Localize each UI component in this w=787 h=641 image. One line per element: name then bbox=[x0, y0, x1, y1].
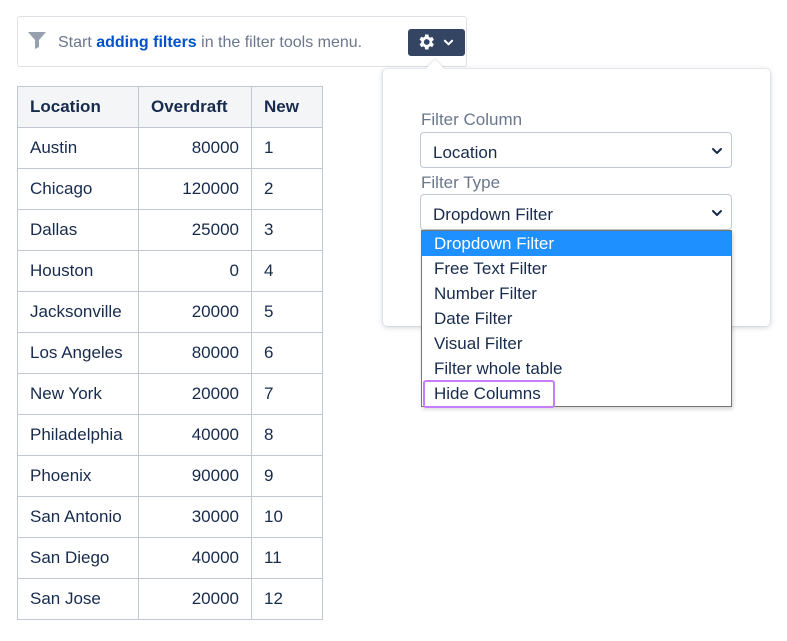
chevron-down-icon bbox=[712, 210, 722, 216]
new-cell: 2 bbox=[251, 168, 323, 210]
filter-column-select[interactable]: Location bbox=[420, 132, 732, 168]
option-number-filter[interactable]: Number Filter bbox=[422, 281, 731, 306]
gear-icon bbox=[419, 34, 434, 50]
table-header-row: Location Overdraft New bbox=[17, 86, 323, 128]
table-row: Phoenix 90000 9 bbox=[17, 455, 323, 497]
location-cell: Houston bbox=[17, 250, 139, 292]
column-header-overdraft[interactable]: Overdraft bbox=[138, 86, 252, 128]
table-row: New York 20000 7 bbox=[17, 373, 323, 415]
location-cell: Dallas bbox=[17, 209, 139, 251]
location-cell: San Diego bbox=[17, 537, 139, 579]
location-cell: Austin bbox=[17, 127, 139, 169]
new-cell: 4 bbox=[251, 250, 323, 292]
location-cell: New York bbox=[17, 373, 139, 415]
chevron-down-icon bbox=[712, 148, 722, 154]
table-row: Austin 80000 1 bbox=[17, 127, 323, 169]
data-table: Location Overdraft New Austin 80000 1 Chic… bbox=[17, 86, 323, 620]
filter-type-value: Dropdown Filter bbox=[433, 205, 553, 224]
option-filter-whole-table[interactable]: Filter whole table bbox=[422, 356, 731, 381]
hide-columns-highlight bbox=[423, 380, 555, 408]
location-cell: Chicago bbox=[17, 168, 139, 210]
location-cell: Philadelphia bbox=[17, 414, 139, 456]
filter-column-label: Filter Column bbox=[421, 110, 523, 129]
table-row: San Antonio 30000 10 bbox=[17, 496, 323, 538]
overdraft-cell: 20000 bbox=[138, 373, 252, 415]
new-cell: 6 bbox=[251, 332, 323, 374]
new-cell: 3 bbox=[251, 209, 323, 251]
overdraft-cell: 40000 bbox=[138, 414, 252, 456]
table-row: Los Angeles 80000 6 bbox=[17, 332, 323, 374]
overdraft-cell: 25000 bbox=[138, 209, 252, 251]
new-cell: 11 bbox=[251, 537, 323, 579]
overdraft-cell: 90000 bbox=[138, 455, 252, 497]
table-row: Chicago 120000 2 bbox=[17, 168, 323, 210]
location-cell: Los Angeles bbox=[17, 332, 139, 374]
filter-hint-bar: Start adding filters in the filter tools… bbox=[17, 16, 467, 67]
option-date-filter[interactable]: Date Filter bbox=[422, 306, 731, 331]
option-dropdown-filter[interactable]: Dropdown Filter bbox=[422, 231, 731, 256]
location-cell: San Antonio bbox=[17, 496, 139, 538]
location-cell: San Jose bbox=[17, 578, 139, 620]
overdraft-cell: 120000 bbox=[138, 168, 252, 210]
table-row: Dallas 25000 3 bbox=[17, 209, 323, 251]
new-cell: 8 bbox=[251, 414, 323, 456]
overdraft-cell: 30000 bbox=[138, 496, 252, 538]
new-cell: 7 bbox=[251, 373, 323, 415]
filter-type-label: Filter Type bbox=[421, 173, 501, 192]
filter-tools-button[interactable] bbox=[408, 29, 465, 56]
overdraft-cell: 40000 bbox=[138, 537, 252, 579]
overdraft-cell: 0 bbox=[138, 250, 252, 292]
overdraft-cell: 80000 bbox=[138, 332, 252, 374]
filter-column-value: Location bbox=[433, 143, 498, 162]
overdraft-cell: 20000 bbox=[138, 578, 252, 620]
overdraft-cell: 80000 bbox=[138, 127, 252, 169]
new-cell: 9 bbox=[251, 455, 323, 497]
filter-type-select[interactable]: Dropdown Filter bbox=[420, 194, 732, 230]
option-visual-filter[interactable]: Visual Filter bbox=[422, 331, 731, 356]
new-cell: 1 bbox=[251, 127, 323, 169]
column-header-location[interactable]: Location bbox=[17, 86, 139, 128]
adding-filters-link[interactable]: adding filters bbox=[96, 34, 196, 51]
table-row: Philadelphia 40000 8 bbox=[17, 414, 323, 456]
table-row: San Diego 40000 11 bbox=[17, 537, 323, 579]
location-cell: Jacksonville bbox=[17, 291, 139, 333]
overdraft-cell: 20000 bbox=[138, 291, 252, 333]
location-cell: Phoenix bbox=[17, 455, 139, 497]
table-row: Houston 0 4 bbox=[17, 250, 323, 292]
column-header-new[interactable]: New bbox=[251, 86, 323, 128]
table-row: San Jose 20000 12 bbox=[17, 578, 323, 620]
new-cell: 12 bbox=[251, 578, 323, 620]
table-row: Jacksonville 20000 5 bbox=[17, 291, 323, 333]
chevron-down-icon bbox=[443, 39, 454, 46]
funnel-icon bbox=[28, 32, 46, 49]
filter-hint-text: Start adding filters in the filter tools… bbox=[58, 34, 363, 51]
new-cell: 10 bbox=[251, 496, 323, 538]
option-free-text-filter[interactable]: Free Text Filter bbox=[422, 256, 731, 281]
new-cell: 5 bbox=[251, 291, 323, 333]
